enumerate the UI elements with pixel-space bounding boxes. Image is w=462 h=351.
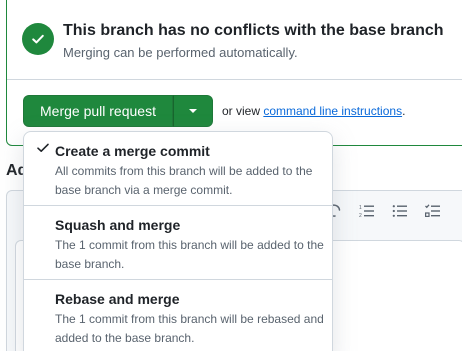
command-line-instructions-link[interactable]: command line instructions [263,104,402,118]
menu-item-title: Create a merge commit [55,143,210,159]
menu-item-description: The 1 commit from this branch will be re… [55,312,324,345]
command-line-hint: or view command line instructions. [222,104,405,118]
comment-toolbar: 1 2 [325,202,442,220]
cli-hint-suffix: . [402,104,406,118]
merge-pull-request-button[interactable]: Merge pull request [23,95,173,127]
menu-item-create-merge-commit[interactable]: Create a merge commit All commits from t… [24,132,332,206]
svg-text:1: 1 [359,205,362,211]
merge-status-subtitle: Merging can be performed automatically. [63,45,298,60]
ordered-list-icon[interactable]: 1 2 [358,202,376,220]
merge-button-group: Merge pull request [23,95,213,127]
menu-item-description: All commits from this branch will be add… [55,164,313,197]
menu-item-rebase-and-merge[interactable]: Rebase and merge The 1 commit from this … [24,280,332,351]
check-circle-icon [22,23,54,55]
merge-method-menu: Create a merge commit All commits from t… [23,131,333,351]
merge-status-title: This branch has no conflicts with the ba… [63,22,444,39]
menu-item-title: Squash and merge [55,217,181,233]
check-icon [36,141,50,155]
cli-hint-prefix: or view [222,104,264,118]
merge-method-dropdown-button[interactable] [173,95,213,127]
triangle-down-icon [189,109,197,113]
svg-text:2: 2 [359,213,362,219]
merge-status-section: This branch has no conflicts with the ba… [7,0,462,80]
task-list-icon[interactable] [424,202,442,220]
menu-item-squash-and-merge[interactable]: Squash and merge The 1 commit from this … [24,206,332,280]
menu-item-description: The 1 commit from this branch will be ad… [55,238,324,271]
unordered-list-icon[interactable] [391,202,409,220]
pull-request-merge-page: This branch has no conflicts with the ba… [0,0,462,351]
menu-item-title: Rebase and merge [55,291,180,307]
